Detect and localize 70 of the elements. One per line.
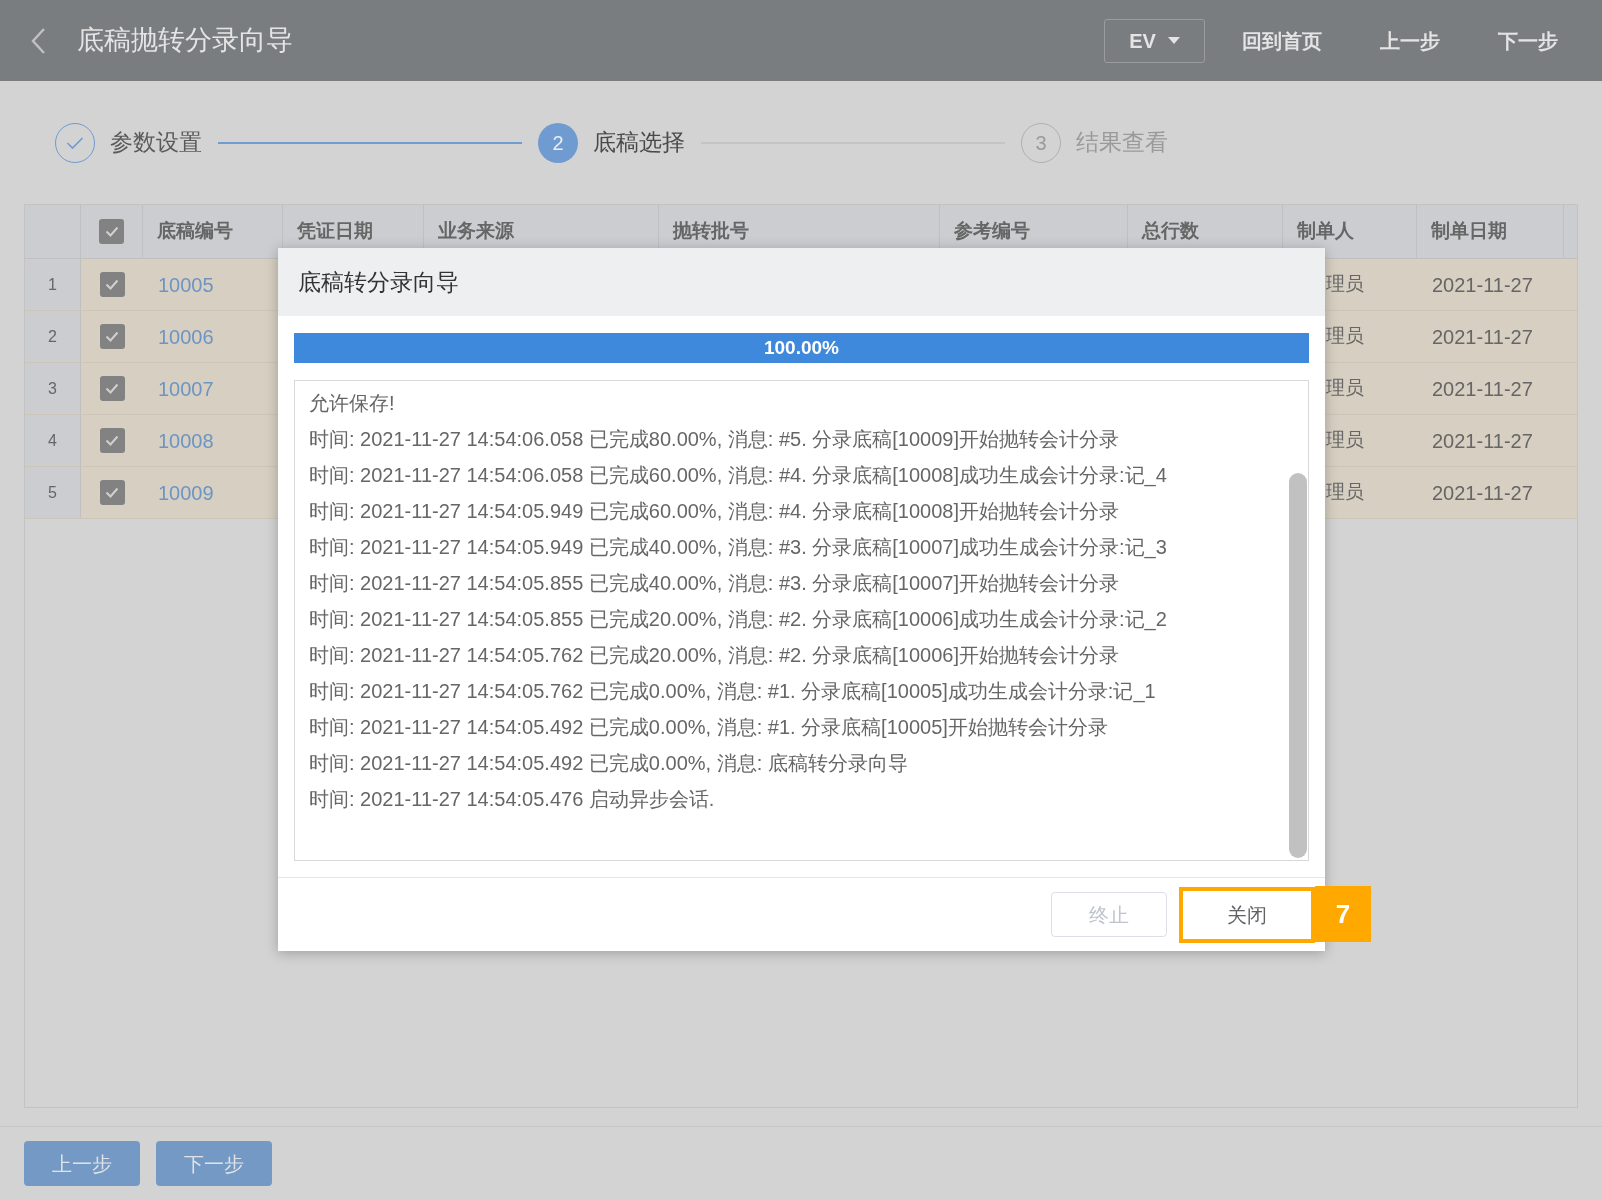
progress-label: 100.00% xyxy=(763,335,840,360)
column-header: 总行数 xyxy=(1142,219,1199,244)
column-header: 参考编号 xyxy=(954,219,1030,244)
check-icon xyxy=(104,226,119,237)
log-line: 时间: 2021-11-27 14:54:05.762 已完成20.00%, 消息: #2. 分录底稿[10006]开始抛转会计分录 xyxy=(309,643,1119,668)
column-header: 底稿编号 xyxy=(157,219,233,244)
code-link[interactable]: 10006 xyxy=(158,321,214,352)
table-cell-text: 理员 xyxy=(1326,272,1364,297)
header-button[interactable]: 回到首页 xyxy=(1242,25,1322,56)
log-line: 时间: 2021-11-27 14:54:05.492 已完成0.00%, 消息: #1. 分录底稿[10005]开始抛转会计分录 xyxy=(309,715,1108,740)
check-icon xyxy=(105,383,119,394)
log-line: 时间: 2021-11-27 14:54:05.855 已完成20.00%, 消息: #2. 分录底稿[10006]成功生成会计分录:记_2 xyxy=(309,607,1167,633)
page-title: 底稿抛转分录向导 xyxy=(77,24,293,58)
checkbox[interactable] xyxy=(99,272,125,297)
column-header: 制单日期 xyxy=(1431,219,1507,244)
checkbox[interactable] xyxy=(99,324,125,349)
step-label: 底稿选择 xyxy=(593,128,685,158)
checkbox[interactable] xyxy=(99,428,125,453)
footer-button[interactable]: 上一步 xyxy=(24,1141,140,1186)
code-link[interactable]: 10008 xyxy=(158,425,214,456)
checkbox[interactable] xyxy=(99,376,125,401)
table-cell-text: 2021-11-27 xyxy=(1432,376,1533,402)
table-cell-text: 理员 xyxy=(1326,428,1364,453)
checkbox[interactable] xyxy=(99,219,124,244)
dialog-button[interactable]: 关闭 xyxy=(1179,886,1315,943)
back-icon[interactable] xyxy=(30,26,46,55)
row-number: 1 xyxy=(25,259,81,310)
dropdown[interactable]: EV xyxy=(1104,18,1205,63)
footer-button[interactable]: 下一步 xyxy=(156,1141,272,1186)
table-cell-text: 2021-11-27 xyxy=(1432,324,1533,350)
check-icon xyxy=(105,487,119,498)
header-button[interactable]: 下一步 xyxy=(1498,25,1558,56)
caret-icon xyxy=(1167,37,1180,44)
log-line: 时间: 2021-11-27 14:54:05.855 已完成40.00%, 消息: #3. 分录底稿[10007]开始抛转会计分录 xyxy=(309,571,1119,596)
step-label: 参数设置 xyxy=(110,128,202,158)
step-number: 2 xyxy=(538,122,578,163)
row-number: 2 xyxy=(25,311,81,362)
column-header: 凭证日期 xyxy=(297,219,373,244)
log-line: 时间: 2021-11-27 14:54:05.492 已完成0.00%, 消息: 底稿转分录向导 xyxy=(309,751,908,776)
column-header: 业务来源 xyxy=(438,219,514,244)
log-line: 时间: 2021-11-27 14:54:05.762 已完成0.00%, 消息: #1. 分录底稿[10005]成功生成会计分录:记_1 xyxy=(309,679,1156,705)
step-label: 结果查看 xyxy=(1076,128,1168,158)
code-link[interactable]: 10005 xyxy=(158,269,214,300)
step-badge: 7 xyxy=(1315,886,1371,942)
table-cell-text: 理员 xyxy=(1326,324,1364,349)
row-number: 5 xyxy=(25,467,81,518)
check-icon xyxy=(105,331,119,342)
log-line: 时间: 2021-11-27 14:54:05.476 启动异步会话. xyxy=(309,787,715,812)
code-link[interactable]: 10007 xyxy=(158,373,214,404)
table-cell-text: 2021-11-27 xyxy=(1432,272,1533,298)
header-button[interactable]: 上一步 xyxy=(1380,25,1440,56)
log-line: 时间: 2021-11-27 14:54:05.949 已完成60.00%, 消息: #4. 分录底稿[10008]开始抛转会计分录 xyxy=(309,499,1119,524)
table-cell-text: 2021-11-27 xyxy=(1432,428,1533,454)
check-icon xyxy=(105,435,119,446)
column-header: 制单人 xyxy=(1297,219,1354,244)
table-cell-text: 理员 xyxy=(1326,376,1364,401)
log-line: 时间: 2021-11-27 14:54:06.058 已完成60.00%, 消息: #4. 分录底稿[10008]成功生成会计分录:记_4 xyxy=(309,463,1167,489)
checkbox[interactable] xyxy=(99,480,125,505)
log-line: 允许保存! xyxy=(309,391,395,416)
log-line: 时间: 2021-11-27 14:54:05.949 已完成40.00%, 消息: #3. 分录底稿[10007]成功生成会计分录:记_3 xyxy=(309,535,1167,561)
table-cell-text: 2021-11-27 xyxy=(1432,480,1533,506)
column-header: 抛转批号 xyxy=(673,219,749,244)
log-line: 时间: 2021-11-27 14:54:06.058 已完成80.00%, 消息: #5. 分录底稿[10009]开始抛转会计分录 xyxy=(309,427,1119,452)
table-cell-text: 理员 xyxy=(1326,480,1364,505)
code-link[interactable]: 10009 xyxy=(158,477,214,508)
row-number: 4 xyxy=(25,415,81,466)
scrollbar-thumb[interactable] xyxy=(1289,473,1307,858)
check-icon xyxy=(105,279,119,290)
row-number: 3 xyxy=(25,363,81,414)
dialog-title: 底稿转分录向导 xyxy=(298,267,459,297)
